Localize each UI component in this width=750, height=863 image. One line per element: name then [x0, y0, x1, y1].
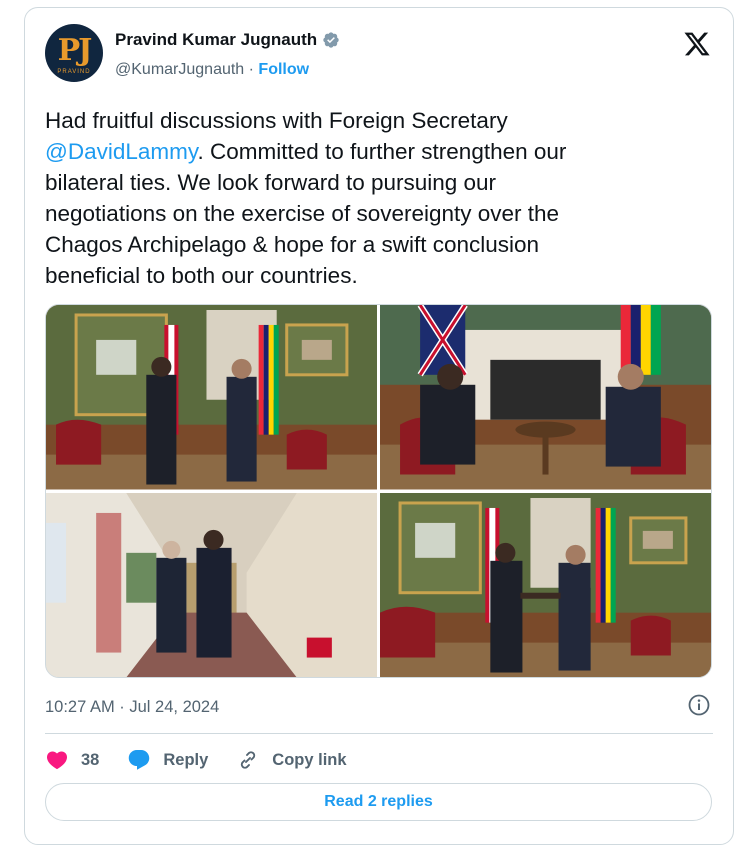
photo-image — [46, 305, 377, 490]
tweet-card: PJ PRAVIND Pravind Kumar Jugnauth @Kumar… — [24, 7, 734, 845]
x-logo-icon[interactable] — [683, 30, 711, 58]
tweet-timestamp[interactable]: 10:27 AM · Jul 24, 2024 — [45, 698, 219, 717]
verified-badge-icon — [323, 32, 339, 48]
tweet-text-before: Had fruitful discussions with Foreign Se… — [45, 108, 508, 133]
photo-image — [380, 492, 711, 677]
avatar-subtext: PRAVIND — [57, 69, 91, 75]
author-name-row[interactable]: Pravind Kumar Jugnauth — [115, 30, 340, 50]
photo-image — [380, 305, 711, 490]
tweet-text: Had fruitful discussions with Foreign Se… — [45, 105, 705, 291]
photo-handshake[interactable] — [380, 492, 711, 677]
copy-link-button[interactable]: Copy link — [236, 748, 347, 772]
author-name[interactable]: Pravind Kumar Jugnauth — [115, 30, 317, 50]
reply-label: Reply — [163, 750, 209, 769]
read-replies-button[interactable]: Read 2 replies — [45, 783, 712, 821]
like-count: 38 — [81, 750, 100, 769]
photo-corridor-walk[interactable] — [46, 492, 377, 677]
photo-seated-meeting[interactable] — [380, 305, 711, 490]
photo-grid — [45, 304, 712, 678]
heart-icon — [46, 751, 68, 770]
divider — [45, 733, 713, 734]
follow-link[interactable]: Follow — [258, 61, 309, 78]
handle-separator: · — [244, 61, 259, 78]
link-icon — [241, 751, 256, 769]
photo-image — [46, 492, 377, 677]
info-icon[interactable] — [687, 693, 711, 717]
copy-link-label: Copy link — [272, 750, 347, 769]
author-handle[interactable]: @KumarJugnauth — [115, 61, 244, 78]
handle-row: @KumarJugnauth · Follow — [115, 61, 309, 79]
avatar-letters: PJ — [57, 32, 93, 68]
action-bar: 38 Reply Copy link — [45, 744, 375, 776]
reply-button[interactable]: Reply — [127, 748, 208, 772]
like-button[interactable]: 38 — [45, 748, 99, 772]
avatar[interactable]: PJ PRAVIND — [45, 24, 103, 82]
mention-link[interactable]: @DavidLammy — [45, 139, 197, 164]
reply-bubble-icon — [129, 750, 150, 770]
photo-standing-flags[interactable] — [46, 305, 377, 490]
